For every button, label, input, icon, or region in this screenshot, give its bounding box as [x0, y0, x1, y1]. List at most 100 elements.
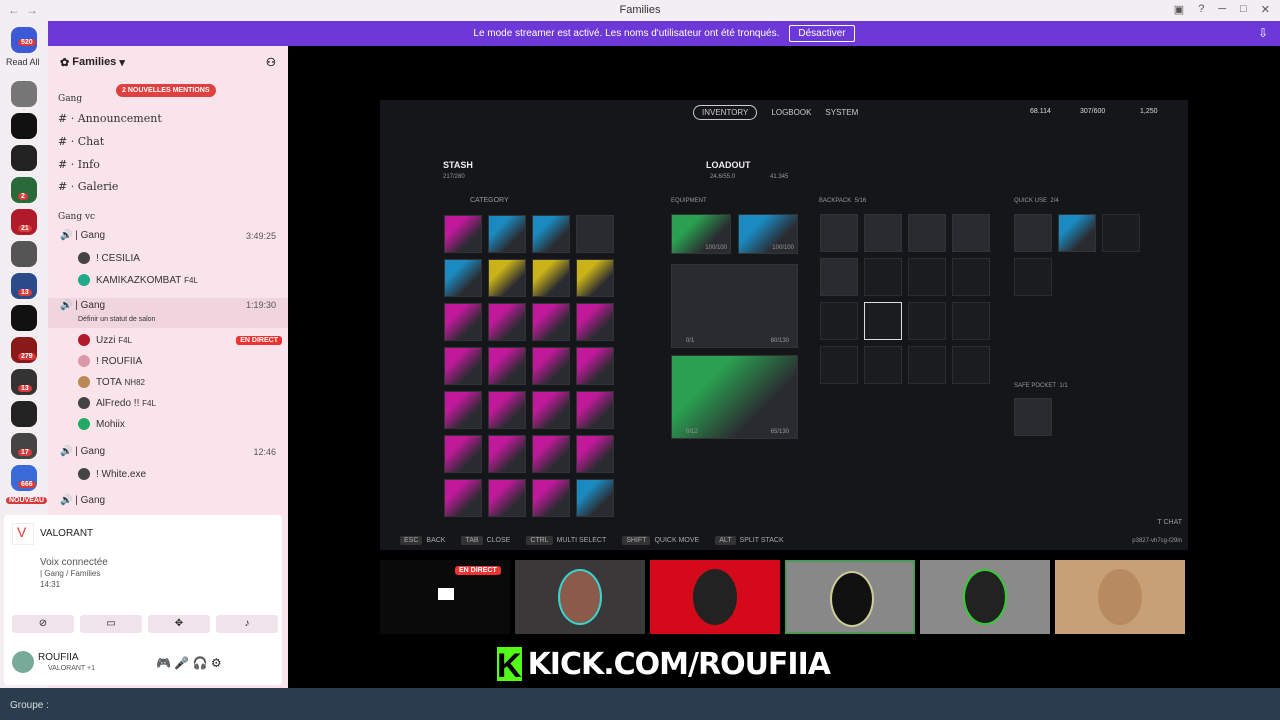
stash-slot[interactable]	[488, 347, 526, 385]
voice-user[interactable]: ! CESILIA	[48, 252, 288, 264]
stash-slot[interactable]	[576, 215, 614, 253]
weapon-slot[interactable]: 0/12 65/130	[671, 355, 798, 439]
voice-user[interactable]: AlFredo !! F4L	[48, 397, 288, 409]
footer-multiselect[interactable]: CTRL MULTI SELECT	[526, 536, 606, 545]
backpack-slot[interactable]	[864, 214, 902, 252]
backpack-slot[interactable]	[908, 302, 946, 340]
stash-slot[interactable]	[488, 259, 526, 297]
stream-tile[interactable]: EN DIRECT	[380, 560, 510, 634]
stash-slot[interactable]	[444, 391, 482, 429]
safepocket-slot[interactable]	[1014, 398, 1052, 436]
stash-slot[interactable]	[532, 391, 570, 429]
user-tile[interactable]	[515, 560, 645, 634]
voice-channel[interactable]: 🔊 | Gang 3:49:25	[48, 230, 288, 241]
server-icon[interactable]	[11, 81, 37, 107]
voice-user[interactable]: Uzzi F4L EN DIRECT	[48, 334, 288, 346]
voice-connected[interactable]: Voix connectée	[40, 557, 108, 568]
backpack-slot[interactable]	[820, 346, 858, 384]
stash-slot[interactable]	[444, 479, 482, 517]
voice-user[interactable]: ! White.exe	[48, 468, 288, 480]
quickuse-slot[interactable]	[1014, 258, 1052, 296]
tab-system[interactable]: SYSTEM	[825, 105, 858, 120]
user-tile[interactable]	[650, 560, 780, 634]
weapon-slot[interactable]: 0/1 80/130	[671, 264, 798, 348]
tab-logbook[interactable]: LOGBOOK	[771, 105, 811, 120]
stash-slot[interactable]	[532, 215, 570, 253]
backpack-slot[interactable]	[952, 258, 990, 296]
backpack-slot[interactable]	[864, 302, 902, 340]
backpack-slot[interactable]	[820, 258, 858, 296]
category-filter[interactable]: CATEGORY	[470, 197, 509, 204]
soundboard-button[interactable]: ♪	[216, 615, 278, 633]
backpack-slot[interactable]	[952, 302, 990, 340]
stash-slot[interactable]	[444, 259, 482, 297]
server-icon[interactable]	[11, 305, 37, 331]
user-tile[interactable]	[1055, 560, 1185, 634]
quickuse-slot[interactable]	[1102, 214, 1140, 252]
backpack-slot[interactable]	[820, 302, 858, 340]
backpack-slot[interactable]	[952, 214, 990, 252]
stash-slot[interactable]	[576, 259, 614, 297]
screen-share-button[interactable]: ▭	[80, 615, 142, 633]
stash-slot[interactable]	[576, 391, 614, 429]
voice-user[interactable]: ! ROUFIIA	[48, 355, 288, 367]
backpack-slot[interactable]	[864, 346, 902, 384]
stash-slot[interactable]	[532, 259, 570, 297]
stash-slot[interactable]	[444, 435, 482, 473]
server-icon[interactable]	[11, 241, 37, 267]
download-icon[interactable]: ⇩	[1258, 26, 1268, 40]
equip-slot[interactable]: 100/100	[738, 214, 798, 254]
stash-slot[interactable]	[488, 215, 526, 253]
avatar[interactable]	[12, 651, 34, 673]
footer-split[interactable]: ALT SPLIT STACK	[715, 536, 784, 545]
backpack-slot[interactable]	[908, 258, 946, 296]
voice-user[interactable]: TOTA NH82	[48, 376, 288, 388]
stash-slot[interactable]	[444, 303, 482, 341]
voice-path[interactable]: | Gang / Families	[40, 569, 100, 578]
stash-slot[interactable]	[532, 303, 570, 341]
voice-channel[interactable]: 🔊 | Gang	[48, 495, 288, 506]
camera-off-button[interactable]: ⊘	[12, 615, 74, 633]
channel-announcement[interactable]: # · Announcement	[58, 112, 162, 125]
stash-slot[interactable]	[532, 479, 570, 517]
quickuse-slot[interactable]	[1058, 214, 1096, 252]
mentions-badge[interactable]: 2 NOUVELLES MENTIONS	[116, 84, 216, 97]
category-name[interactable]: Gang	[58, 94, 82, 104]
quickuse-slot[interactable]	[1014, 214, 1052, 252]
channel-info[interactable]: # · Info	[58, 158, 100, 171]
stash-slot[interactable]	[444, 347, 482, 385]
stash-slot[interactable]	[488, 435, 526, 473]
footer-chat[interactable]: T CHAT	[1157, 519, 1182, 526]
stash-slot[interactable]	[488, 479, 526, 517]
channel-chat[interactable]: # · Chat	[58, 135, 104, 148]
channel-galerie[interactable]: # · Galerie	[58, 180, 118, 193]
user-tile[interactable]	[920, 560, 1050, 634]
user-tile[interactable]	[785, 560, 915, 634]
server-header[interactable]: ✿ Families ▾ ⚇	[48, 46, 288, 78]
footer-back[interactable]: ESC BACK	[400, 536, 445, 545]
category-name[interactable]: Gang vc	[58, 212, 95, 222]
backpack-slot[interactable]	[820, 214, 858, 252]
stash-slot[interactable]	[576, 347, 614, 385]
footer-quickmove[interactable]: SHIFT QUICK MOVE	[622, 536, 699, 545]
window-controls[interactable]: ▣? ─ □ ✕	[1174, 3, 1270, 16]
footer-close[interactable]: TAB CLOSE	[461, 536, 510, 545]
voice-channel[interactable]: 🔊 | Gang 12:46	[48, 446, 288, 457]
voice-user[interactable]: Mohiix	[48, 418, 288, 430]
read-all-button[interactable]: Read All	[6, 57, 40, 67]
backpack-slot[interactable]	[864, 258, 902, 296]
stash-slot[interactable]	[576, 435, 614, 473]
equip-slot[interactable]: 100/100	[671, 214, 731, 254]
tab-inventory[interactable]: INVENTORY	[693, 105, 758, 120]
channel-status[interactable]: Définir un statut de salon	[48, 316, 288, 323]
stash-slot[interactable]	[532, 347, 570, 385]
backpack-slot[interactable]	[908, 346, 946, 384]
server-icon[interactable]	[11, 145, 37, 171]
server-icon[interactable]	[11, 401, 37, 427]
activities-button[interactable]: ✥	[148, 615, 210, 633]
stash-slot[interactable]	[444, 215, 482, 253]
stash-slot[interactable]	[576, 303, 614, 341]
voice-user[interactable]: KAMIKAZKOMBAT F4L	[48, 274, 288, 286]
stash-slot[interactable]	[532, 435, 570, 473]
server-icon[interactable]	[11, 113, 37, 139]
